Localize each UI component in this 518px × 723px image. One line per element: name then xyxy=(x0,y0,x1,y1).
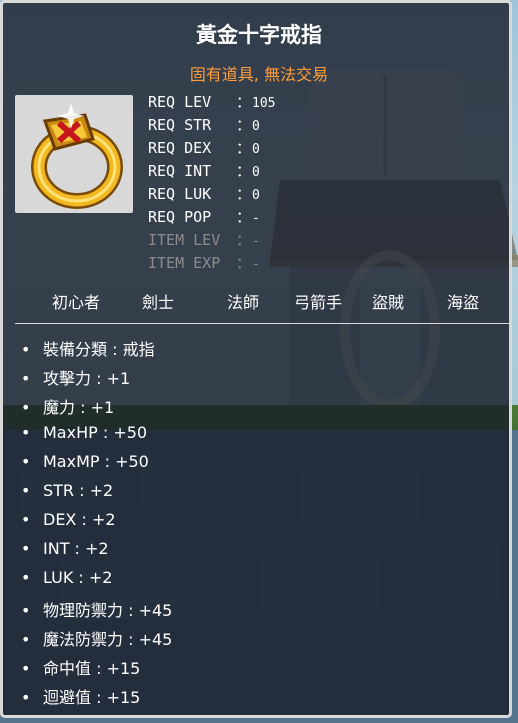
game-scene: 黃金十字戒指 固有道具, 無法交易 REQ LEV ：105 REQ STR ：0 RE… xyxy=(0,0,518,723)
requirement-separator: ： xyxy=(236,254,252,272)
requirement-value: 0 xyxy=(252,119,260,134)
bullet-icon: • xyxy=(21,688,31,707)
requirement-separator: ： xyxy=(236,208,252,226)
job-label: 弓箭手 xyxy=(293,293,342,312)
stat-row: • STR : +2 xyxy=(21,481,113,500)
requirement-label: REQ INT xyxy=(148,162,212,180)
job-label: 初心者 xyxy=(51,293,100,312)
job-label: 法師 xyxy=(226,293,259,312)
requirement-separator: ： xyxy=(236,139,252,157)
requirement-row: ITEM EXP ：- xyxy=(148,252,260,273)
stat-text: INT : +2 xyxy=(43,539,109,558)
stat-row: • 攻擊力 : +1 xyxy=(21,365,130,389)
gold-cross-ring-icon xyxy=(31,103,123,209)
stat-text: 攻擊力 : +1 xyxy=(43,369,131,388)
item-tooltip: 黃金十字戒指 固有道具, 無法交易 REQ LEV ：105 REQ STR ：0 RE… xyxy=(0,0,512,718)
requirement-row: REQ LEV ：105 xyxy=(148,91,275,112)
stat-row: • MaxHP : +50 xyxy=(21,423,147,442)
bullet-icon: • xyxy=(21,452,31,471)
requirement-value: 0 xyxy=(252,165,260,180)
requirement-row: REQ STR ：0 xyxy=(148,114,260,135)
stat-text: MaxMP : +50 xyxy=(43,452,149,471)
requirement-label: REQ DEX xyxy=(148,139,212,157)
requirement-row: REQ INT ：0 xyxy=(148,160,260,181)
stat-row: • 迴避值 : +15 xyxy=(21,684,140,708)
divider xyxy=(15,323,509,324)
stat-row: • MaxMP : +50 xyxy=(21,452,149,471)
stat-text: 魔法防禦力 : +45 xyxy=(43,630,173,649)
requirement-label: ITEM LEV xyxy=(148,231,221,249)
stat-row: • 物理防禦力 : +45 xyxy=(21,597,172,621)
bullet-icon: • xyxy=(21,568,31,587)
job-label: 劍士 xyxy=(141,293,174,312)
stat-row: • INT : +2 xyxy=(21,539,109,558)
stat-row: • LUK : +2 xyxy=(21,568,112,587)
requirement-label: ITEM EXP xyxy=(148,254,221,272)
requirement-separator: ： xyxy=(236,162,252,180)
stat-text: LUK : +2 xyxy=(43,568,113,587)
requirement-label: REQ LUK xyxy=(148,185,212,203)
bullet-icon: • xyxy=(21,601,31,620)
requirement-row: REQ DEX ：0 xyxy=(148,137,260,158)
item-tags: 固有道具, 無法交易 xyxy=(189,65,329,84)
stat-text: 物理防禦力 : +45 xyxy=(43,601,173,620)
requirement-label: REQ LEV xyxy=(148,93,212,111)
requirement-separator: ： xyxy=(236,116,252,134)
job-label: 海盜 xyxy=(446,293,479,312)
bullet-icon: • xyxy=(21,659,31,678)
bullet-icon: • xyxy=(21,423,31,442)
stat-text: 命中值 : +15 xyxy=(43,659,141,678)
requirement-row: REQ LUK ：0 xyxy=(148,183,260,204)
requirement-label: REQ POP xyxy=(148,208,212,226)
stat-row: • 魔法防禦力 : +45 xyxy=(21,626,172,650)
requirement-separator: ： xyxy=(236,185,252,203)
stat-row: • DEX : +2 xyxy=(21,510,116,529)
bullet-icon: • xyxy=(21,481,31,500)
requirement-value: 0 xyxy=(252,188,260,203)
stat-row: • 命中值 : +15 xyxy=(21,655,140,679)
stat-row: • 裝備分類 : 戒指 xyxy=(21,336,155,360)
job-list: 初心者 劍士 法師 弓箭手 盜賊 海盜 xyxy=(3,289,515,313)
job-label: 盜賊 xyxy=(371,293,404,312)
stat-text: 迴避值 : +15 xyxy=(43,688,141,707)
requirement-value: 0 xyxy=(252,142,260,157)
bullet-icon: • xyxy=(21,510,31,529)
item-name: 黃金十字戒指 xyxy=(196,23,322,47)
requirement-value: - xyxy=(252,211,260,226)
stat-text: 裝備分類 : 戒指 xyxy=(43,340,155,359)
requirement-row: ITEM LEV ：- xyxy=(148,229,260,250)
stat-text: STR : +2 xyxy=(43,481,114,500)
requirement-row: REQ POP ：- xyxy=(148,206,260,227)
requirement-separator: ： xyxy=(236,231,252,249)
bullet-icon: • xyxy=(21,398,31,417)
requirement-value: - xyxy=(252,257,260,272)
requirement-value: 105 xyxy=(252,96,276,111)
stat-text: MaxHP : +50 xyxy=(43,423,148,442)
bullet-icon: • xyxy=(21,340,31,359)
requirement-separator: ： xyxy=(236,93,252,111)
requirement-value: - xyxy=(252,234,260,249)
item-icon-frame xyxy=(15,95,133,213)
stat-row: • 魔力 : +1 xyxy=(21,394,114,418)
bullet-icon: • xyxy=(21,539,31,558)
requirement-label: REQ STR xyxy=(148,116,212,134)
bullet-icon: • xyxy=(21,369,31,388)
stat-text: DEX : +2 xyxy=(43,510,116,529)
stat-text: 魔力 : +1 xyxy=(43,398,115,417)
bullet-icon: • xyxy=(21,630,31,649)
